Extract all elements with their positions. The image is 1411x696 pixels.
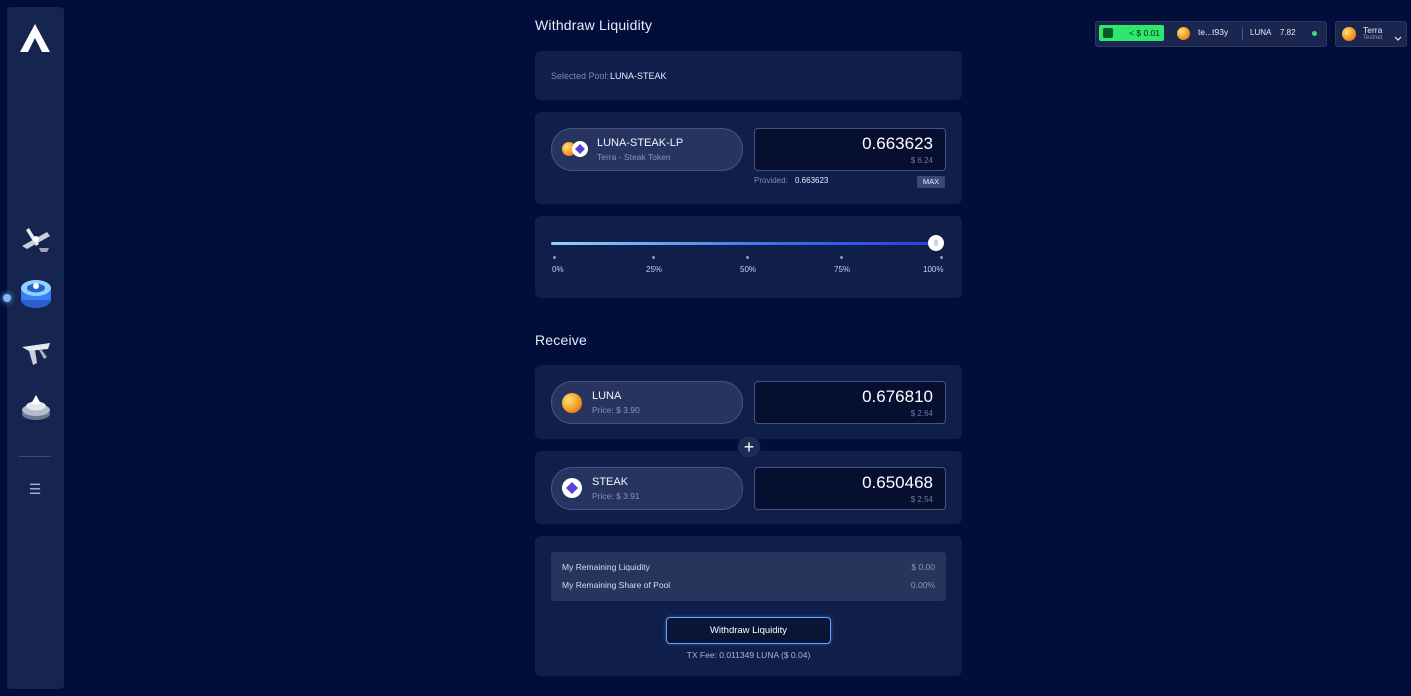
slider-tick (840, 256, 843, 259)
astroport-logo[interactable] (19, 23, 51, 53)
luna-usd: $ 2.64 (910, 409, 933, 418)
nav-staking-icon[interactable] (17, 388, 55, 426)
tick-label-100[interactable]: 100% (923, 265, 943, 274)
tick-label-50[interactable]: 50% (740, 265, 756, 274)
slider-handle[interactable] (928, 235, 944, 251)
lp-token-card: LUNA-STEAK-LP Terra - Steak Token 0.6636… (535, 112, 962, 204)
fee-pill: < $ 0.01 (1099, 25, 1164, 41)
steak-amount: 0.650468 (862, 473, 933, 492)
lp-amount-value: 0.663623 (862, 134, 933, 153)
tx-fee: TX Fee: 0.011349 LUNA ($ 0.04) (686, 650, 811, 660)
wallet-bar[interactable]: < $ 0.01 te...t93y LUNA 7.82 (1095, 21, 1327, 47)
chevron-down-icon (1394, 29, 1402, 47)
summary-card: My Remaining Liquidity $ 0.00 My Remaini… (535, 536, 962, 676)
steak-icon (572, 141, 588, 157)
terra-network-icon (1342, 27, 1356, 41)
receive-title: Receive (535, 332, 587, 348)
steak-token-display: STEAK Price: $ 3.91 (551, 467, 743, 510)
remaining-share-row: My Remaining Share of Pool 0.00% (562, 580, 935, 590)
withdraw-liquidity-button[interactable]: Withdraw Liquidity (666, 617, 831, 644)
withdraw-title: Withdraw Liquidity (535, 17, 653, 33)
selected-pool-value: LUNA-STEAK (610, 71, 667, 81)
provided-value: 0.663623 (795, 176, 829, 185)
lp-token-subtitle: Terra - Steak Token (597, 152, 671, 162)
luna-icon (562, 393, 582, 413)
slider-track[interactable] (551, 242, 937, 245)
remaining-share-label: My Remaining Share of Pool (562, 580, 671, 590)
remaining-liquidity-row: My Remaining Liquidity $ 0.00 (562, 562, 935, 572)
remaining-liquidity-label: My Remaining Liquidity (562, 562, 650, 572)
gas-icon (1103, 28, 1113, 38)
tick-label-75[interactable]: 75% (834, 265, 850, 274)
network-name: Terra (1363, 25, 1383, 35)
nav-pools-icon[interactable] (17, 275, 55, 313)
slider-tick (746, 256, 749, 259)
wallet-divider (1242, 27, 1243, 40)
receive-luna-card: LUNA Price: $ 3.90 0.676810 $ 2.64 (535, 365, 962, 439)
remaining-share-value: 0.00% (910, 580, 935, 590)
remaining-info-box: My Remaining Liquidity $ 0.00 My Remaini… (551, 552, 946, 601)
selected-pool-card: Selected Pool: LUNA-STEAK (535, 51, 962, 100)
lp-amount-input[interactable]: 0.663623 $ 6.24 (754, 128, 946, 171)
tick-label-0[interactable]: 0% (552, 265, 564, 274)
luna-price: Price: $ 3.90 (592, 405, 640, 415)
lp-token-name: LUNA-STEAK-LP (597, 137, 684, 149)
menu-icon[interactable]: ☰ (25, 479, 45, 499)
steak-name: STEAK (592, 476, 629, 488)
sidebar: ☰ (3, 7, 64, 689)
balance-value: 7.82 (1280, 28, 1296, 37)
fee-value: < $ 0.01 (1129, 28, 1160, 38)
tick-label-25[interactable]: 25% (646, 265, 662, 274)
steak-price: Price: $ 3.91 (592, 491, 640, 501)
steak-usd: $ 2.54 (910, 495, 933, 504)
luna-name: LUNA (592, 390, 622, 402)
steak-amount-box: 0.650468 $ 2.54 (754, 467, 946, 510)
remaining-liquidity-value: $ 0.00 (911, 562, 935, 572)
luna-token-display: LUNA Price: $ 3.90 (551, 381, 743, 424)
network-selector[interactable]: Terra Testnet (1335, 21, 1407, 47)
balance-token: LUNA (1250, 28, 1272, 37)
slider-tick (940, 256, 943, 259)
active-nav-indicator (3, 294, 11, 302)
slider-tick (553, 256, 556, 259)
lp-amount-usd: $ 6.24 (910, 156, 933, 165)
nav-launch-icon[interactable] (17, 335, 55, 373)
plus-icon: + (737, 435, 761, 459)
provided-label: Provided: (754, 176, 788, 185)
receive-steak-card: STEAK Price: $ 3.91 0.650468 $ 2.54 (535, 451, 962, 524)
network-sub: Testnet (1363, 35, 1383, 41)
percent-slider-card: 0% 25% 50% 75% 100% (535, 216, 962, 298)
slider-tick (652, 256, 655, 259)
luna-icon (1177, 27, 1190, 40)
wallet-address[interactable]: te...t93y (1198, 27, 1228, 37)
sidebar-divider (19, 456, 51, 457)
max-button[interactable]: MAX (917, 176, 945, 188)
steak-icon (562, 478, 582, 498)
lp-token-selector[interactable]: LUNA-STEAK-LP Terra - Steak Token (551, 128, 743, 171)
luna-amount-box: 0.676810 $ 2.64 (754, 381, 946, 424)
nav-swap-icon[interactable] (17, 220, 55, 258)
selected-pool-label: Selected Pool: (551, 71, 610, 81)
connected-dot (1312, 31, 1317, 36)
luna-amount: 0.676810 (862, 387, 933, 406)
